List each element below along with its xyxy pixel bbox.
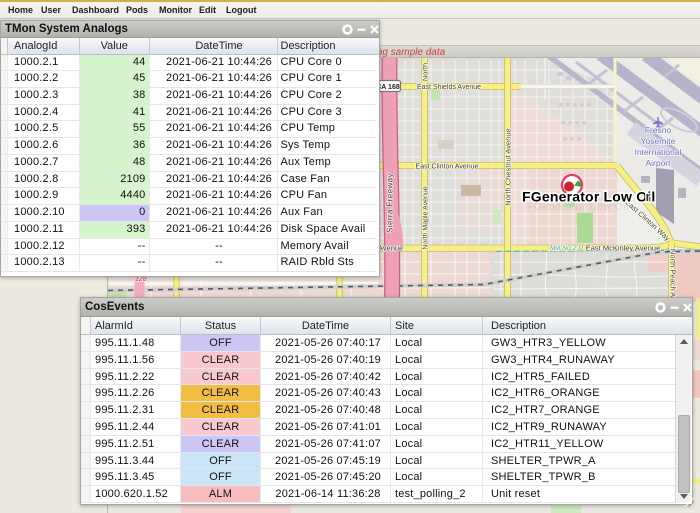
svg-text:International: International bbox=[635, 147, 682, 157]
svg-text:r: r bbox=[646, 189, 651, 204]
svg-text:Sierra Freeway: Sierra Freeway bbox=[386, 173, 395, 233]
svg-text:128: 128 bbox=[135, 276, 147, 283]
svg-text:Mill No 2 D: Mill No 2 D bbox=[550, 245, 583, 252]
svg-text:North: North bbox=[421, 63, 430, 81]
svg-text:North Maple Avenue: North Maple Avenue bbox=[423, 186, 430, 249]
svg-text:East Shields Avenue: East Shields Avenue bbox=[417, 84, 481, 91]
svg-text:Yosemite: Yosemite bbox=[641, 136, 676, 146]
svg-text:East McKinley Avenue: East McKinley Avenue bbox=[586, 244, 661, 253]
svg-text:East Clinton Avenue: East Clinton Avenue bbox=[416, 164, 479, 171]
svg-text:North Chestnut Avenue: North Chestnut Avenue bbox=[504, 128, 513, 205]
svg-text:FGenerator Low Oil: FGenerator Low Oil bbox=[522, 189, 656, 205]
svg-text:Airport: Airport bbox=[645, 158, 671, 168]
